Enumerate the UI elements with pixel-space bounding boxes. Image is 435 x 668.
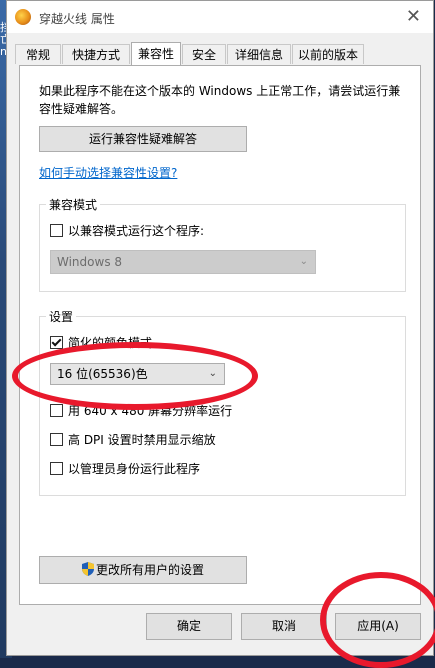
run-as-admin-label: 以管理员身份运行此程序 bbox=[68, 462, 201, 476]
reduced-color-label: 简化的颜色模式 bbox=[68, 336, 153, 350]
tab-strip: 常规 快捷方式 兼容性 安全 详细信息 以前的版本 bbox=[15, 42, 415, 65]
manual-settings-link[interactable]: 如何手动选择兼容性设置? bbox=[39, 164, 177, 181]
ok-button[interactable]: 确定 bbox=[146, 613, 232, 640]
tab-previous-versions[interactable]: 以前的版本 bbox=[292, 44, 364, 64]
close-icon[interactable]: ✕ bbox=[406, 6, 421, 27]
checkbox-box bbox=[50, 462, 63, 475]
resolution-checkbox[interactable]: 用 640 x 480 屏幕分辨率运行 bbox=[50, 403, 232, 419]
chevron-down-icon: ⌄ bbox=[208, 368, 217, 379]
change-all-users-button[interactable]: 更改所有用户的设置 bbox=[39, 556, 247, 584]
change-all-users-label: 更改所有用户的设置 bbox=[95, 563, 204, 577]
resolution-label: 用 640 x 480 屏幕分辨率运行 bbox=[68, 404, 233, 418]
os-version-select: Windows 8 ⌄ bbox=[50, 250, 316, 274]
intro-text: 如果此程序不能在这个版本的 Windows 上正常工作，请尝试运行兼容性疑难解答… bbox=[39, 84, 401, 116]
crossfire-app-icon bbox=[15, 9, 31, 25]
compat-mode-checkbox[interactable]: 以兼容模式运行这个程序: bbox=[50, 223, 204, 239]
run-as-admin-checkbox[interactable]: 以管理员身份运行此程序 bbox=[50, 461, 200, 477]
compatibility-panel: 如果此程序不能在这个版本的 Windows 上正常工作，请尝试运行兼容性疑难解答… bbox=[19, 65, 421, 605]
tab-general[interactable]: 常规 bbox=[15, 44, 61, 64]
tab-compatibility[interactable]: 兼容性 bbox=[131, 42, 181, 65]
uac-shield-icon bbox=[81, 562, 94, 576]
checkbox-box bbox=[50, 224, 63, 237]
tab-shortcut[interactable]: 快捷方式 bbox=[62, 44, 130, 64]
title-bar[interactable]: 穿越火线 属性 ✕ bbox=[7, 1, 433, 33]
compat-mode-group: 兼容模式 以兼容模式运行这个程序: Windows 8 ⌄ bbox=[39, 196, 406, 292]
settings-label: 设置 bbox=[46, 308, 77, 325]
dpi-scaling-label: 高 DPI 设置时禁用显示缩放 bbox=[68, 433, 216, 447]
window-title: 穿越火线 属性 bbox=[39, 12, 115, 26]
reduced-color-checkbox[interactable]: 简化的颜色模式 bbox=[50, 335, 152, 351]
cancel-button[interactable]: 取消 bbox=[241, 613, 327, 640]
settings-group: 设置 简化的颜色模式 16 位(65536)色 ⌄ 用 640 x 480 屏幕… bbox=[39, 308, 406, 496]
chevron-down-icon: ⌄ bbox=[299, 256, 308, 267]
color-depth-value: 16 位(65536)色 bbox=[57, 367, 148, 381]
apply-button[interactable]: 应用(A) bbox=[335, 613, 421, 640]
checkbox-box bbox=[50, 404, 63, 417]
tab-details[interactable]: 详细信息 bbox=[227, 44, 291, 64]
troubleshoot-button[interactable]: 运行兼容性疑难解答 bbox=[39, 126, 247, 152]
dpi-scaling-checkbox[interactable]: 高 DPI 设置时禁用显示缩放 bbox=[50, 432, 216, 448]
tab-security[interactable]: 安全 bbox=[182, 44, 226, 64]
color-depth-select[interactable]: 16 位(65536)色 ⌄ bbox=[50, 363, 225, 385]
properties-dialog: 穿越火线 属性 ✕ 常规 快捷方式 兼容性 安全 详细信息 以前的版本 如果此程… bbox=[6, 0, 434, 656]
compat-mode-checkbox-label: 以兼容模式运行这个程序: bbox=[68, 224, 205, 238]
os-version-value: Windows 8 bbox=[57, 255, 123, 269]
checkbox-box bbox=[50, 433, 63, 446]
checkbox-box bbox=[50, 336, 63, 349]
compat-mode-label: 兼容模式 bbox=[46, 196, 101, 213]
